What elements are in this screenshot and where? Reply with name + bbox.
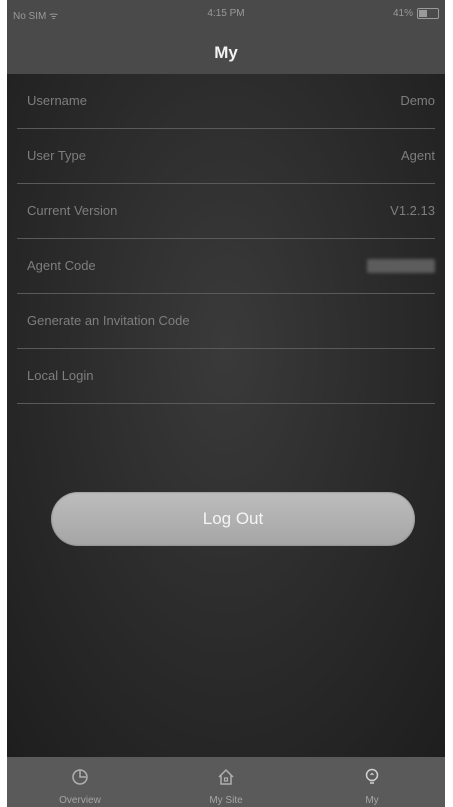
row-label-user-type: User Type [27,148,87,163]
row-label-username: Username [27,93,87,108]
row-username: Username Demo [17,74,435,129]
tab-label-my: My [365,795,379,806]
logout-button[interactable]: Log Out [51,492,415,546]
row-current-version: Current Version V1.2.13 [17,184,435,239]
tab-my[interactable]: My [299,757,445,807]
tab-bar: Overview My Site My [7,757,445,807]
row-value-username: Demo [400,93,435,108]
home-icon [218,768,234,785]
battery-percent: 41% [392,8,413,19]
logout-button-label: Log Out [202,509,264,528]
tab-label-my-site: My Site [209,795,243,806]
row-value-user-type: Agent [401,148,435,163]
row-label-local-login: Local Login [27,368,94,383]
row-label-current-version: Current Version [27,203,118,218]
navigation-bar: My [7,30,445,74]
tab-label-overview: Overview [59,795,101,806]
settings-content: Username Demo User Type Agent Current Ve… [7,74,445,757]
row-label-agent-code: Agent Code [27,258,96,273]
row-generate-invitation-code[interactable]: Generate an Invitation Code [17,294,435,349]
row-local-login[interactable]: Local Login [17,349,435,404]
tab-my-site[interactable]: My Site [153,757,299,807]
status-bar: No SIM ᯤ 4:15 PM 41% [7,0,445,30]
tab-overview[interactable]: Overview [7,757,153,807]
pie-chart-icon [72,769,88,785]
row-agent-code: Agent Code [17,239,435,294]
row-label-generate-invitation-code: Generate an Invitation Code [27,313,190,328]
battery-indicator: 41% [393,8,439,19]
agent-code-redacted-value [367,259,435,273]
lightbulb-icon [365,768,379,784]
page-title: My [214,43,238,62]
battery-icon [417,8,439,19]
status-time: 4:15 PM [207,8,245,19]
phone-screen: No SIM ᯤ 4:15 PM 41% My Username Demo Us… [7,0,445,807]
row-user-type: User Type Agent [17,129,435,184]
row-value-current-version: V1.2.13 [390,203,435,218]
